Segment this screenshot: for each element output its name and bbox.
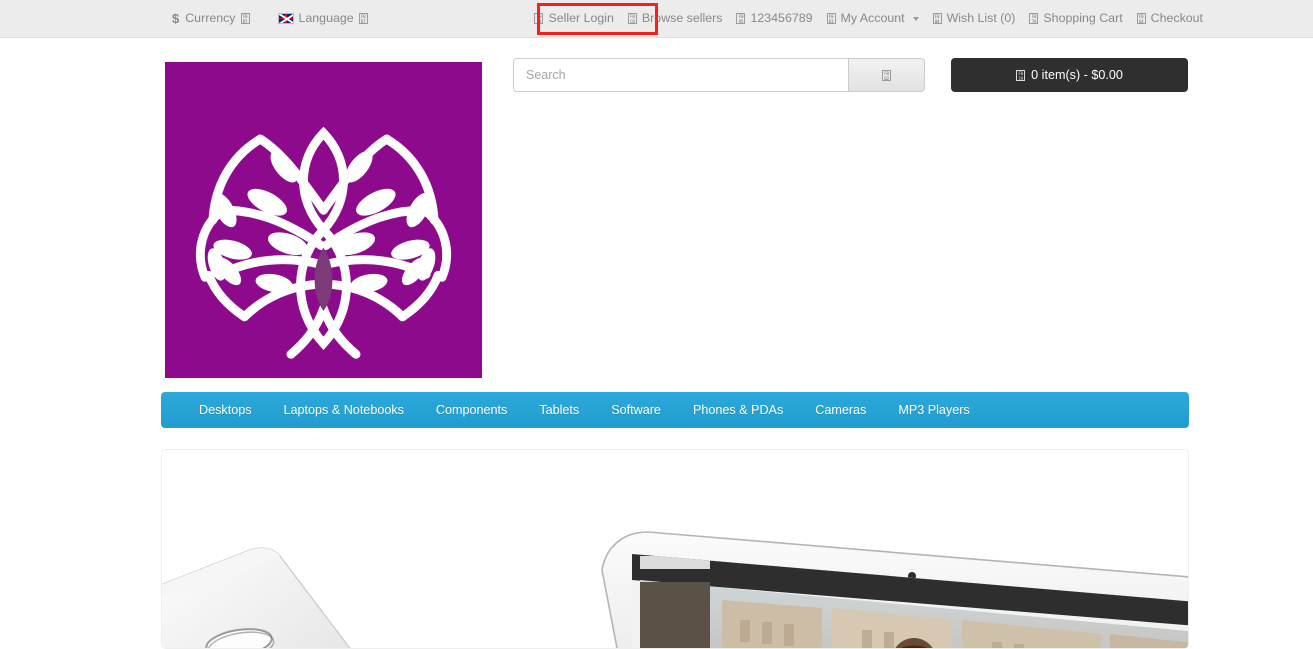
search-input[interactable] <box>513 58 848 92</box>
my-account-label: My Account <box>840 11 905 26</box>
wish-list-label: Wish List (0) <box>946 11 1016 26</box>
nav-item-phones[interactable]: Phones & PDAs <box>677 392 799 428</box>
shopping-cart-icon: F0 7A <box>1016 69 1026 81</box>
nav-item-software[interactable]: Software <box>595 392 677 428</box>
nav-item-laptops[interactable]: Laptops & Notebooks <box>268 392 420 428</box>
share-icon: F0 64 <box>1136 13 1146 24</box>
top-utility-bar: $ Currency F0 D7 Language F0 D7 F0 D3 Selle… <box>0 0 1313 38</box>
chevron-down-icon <box>912 16 919 21</box>
my-account-menu[interactable]: F0 D3 My Account <box>826 11 919 26</box>
nav-item-mp3players[interactable]: MP3 Players <box>882 392 985 428</box>
language-label: Language <box>298 11 354 26</box>
nav-item-cameras[interactable]: Cameras <box>799 392 882 428</box>
checkout-label: Checkout <box>1150 11 1203 26</box>
language-selector[interactable]: Language F0 D7 <box>277 11 368 26</box>
caret-down-icon: F0 D7 <box>240 13 250 24</box>
phone-number-label: 123456789 <box>750 11 813 26</box>
browse-sellers-label: Browse sellers <box>641 11 723 26</box>
phone-number-link[interactable]: F0 95 123456789 <box>736 11 813 26</box>
heart-icon: F0 04 <box>932 13 942 24</box>
seller-login-label: Seller Login <box>548 11 614 26</box>
user-icon: F0 D3 <box>826 13 836 24</box>
checkout-link[interactable]: F0 64 Checkout <box>1136 11 1203 26</box>
dollar-sign-icon: $ <box>172 11 180 26</box>
caret-down-icon: F0 D7 <box>358 13 368 24</box>
cart-total-button[interactable]: F0 7A 0 item(s) - $0.00 <box>951 58 1188 92</box>
nav-item-desktops[interactable]: Desktops <box>183 392 268 428</box>
store-icon: F0 C0 <box>627 13 637 24</box>
homepage-carousel[interactable]: Explore by land. <box>161 449 1189 649</box>
flag-icon <box>277 13 294 24</box>
topbar-right-group: F0 D3 Seller Login F0 C0 Browse sellers F0… <box>534 0 1203 37</box>
nav-item-components[interactable]: Components <box>420 392 523 428</box>
cart-total-label: 0 item(s) - $0.00 <box>1031 68 1123 82</box>
wish-list-link[interactable]: F0 04 Wish List (0) <box>932 11 1016 26</box>
shopping-cart-icon: F0 7A <box>1029 13 1039 24</box>
currency-label: Currency <box>185 11 236 26</box>
browse-sellers-link[interactable]: F0 C0 Browse sellers <box>627 11 723 26</box>
user-icon: F0 D3 <box>534 13 544 24</box>
search-icon: F0 02 <box>882 69 891 81</box>
search-button[interactable]: F0 02 <box>848 58 925 92</box>
phone-icon: F0 95 <box>736 13 746 24</box>
shopping-cart-link[interactable]: F0 7A Shopping Cart <box>1029 11 1123 26</box>
seller-login-link[interactable]: F0 D3 Seller Login <box>534 11 614 26</box>
site-logo[interactable] <box>165 62 482 378</box>
nav-item-tablets[interactable]: Tablets <box>523 392 595 428</box>
search-group: F002 <box>513 58 925 92</box>
currency-selector[interactable]: $ Currency F0 D7 <box>172 12 250 25</box>
topbar-left-group: $ Currency F0 D7 Language F0 D7 <box>172 0 368 37</box>
shopping-cart-label: Shopping Cart <box>1043 11 1123 26</box>
category-navbar: Desktops Laptops & Notebooks Components … <box>161 392 1189 428</box>
